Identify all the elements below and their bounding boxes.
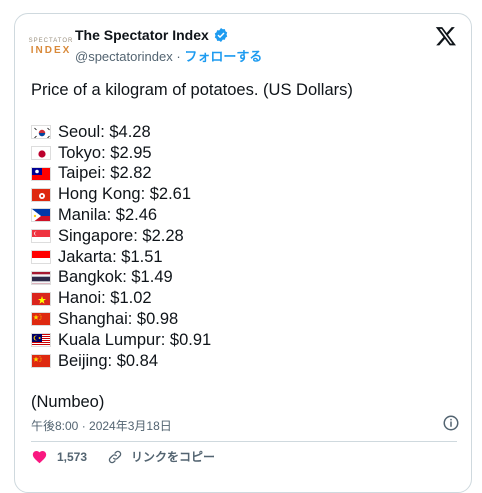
flag-kr-icon [31, 125, 51, 140]
list-item: Jakarta: $1.51 [31, 247, 353, 268]
list-item-text: Singapore: $2.28 [58, 226, 184, 245]
follow-button[interactable]: フォローする [184, 49, 262, 64]
list-item: Seoul: $4.28 [31, 122, 353, 143]
price-list: Seoul: $4.28 Tokyo: $2.95 Taipei: $2.82 Hon… [31, 122, 353, 372]
tweet-source: (Numbeo) [31, 393, 105, 412]
timestamp[interactable]: 午後8:00 · 2024年3月18日 [31, 417, 172, 434]
separator: · [176, 49, 181, 64]
list-item-text: Shanghai: $0.98 [58, 309, 179, 328]
list-item: Singapore: $2.28 [31, 226, 353, 247]
list-item-text: Taipei: $2.82 [58, 164, 152, 183]
list-item-text: Tokyo: $2.95 [58, 143, 152, 162]
list-item-text: Bangkok: $1.49 [58, 268, 173, 287]
display-name[interactable]: The Spectator Index [75, 27, 209, 43]
list-item: Hong Kong: $2.61 [31, 184, 353, 205]
like-count[interactable]: 1,573 [57, 450, 87, 464]
flag-jp-icon [31, 145, 51, 160]
info-icon[interactable] [442, 414, 460, 432]
list-item-text: Hanoi: $1.02 [58, 289, 152, 308]
flag-ph-icon [31, 208, 51, 223]
tweet-header: SPECTATOR INDEX The Spectator Index @spe… [15, 14, 471, 74]
copy-link-button[interactable]: リンクをコピー [131, 448, 215, 465]
handle-line: @spectatorindex · フォローする [75, 46, 262, 65]
list-item: Tokyo: $2.95 [31, 143, 353, 164]
link-icon[interactable] [107, 449, 123, 465]
account-name[interactable]: The Spectator Index [75, 27, 229, 43]
flag-tw-icon [31, 166, 51, 181]
list-item: Taipei: $2.82 [31, 163, 353, 184]
list-item-text: Seoul: $4.28 [58, 122, 151, 141]
tweet-card[interactable]: SPECTATOR INDEX The Spectator Index @spe… [14, 13, 472, 493]
tweet-text: Price of a kilogram of potatoes. (US Dol… [31, 80, 353, 413]
flag-cn-icon [31, 312, 51, 327]
list-item: Beijing: $0.84 [31, 351, 353, 372]
flag-vn-icon [31, 291, 51, 306]
logo-text-top: SPECTATOR [28, 37, 74, 44]
logo-text-bottom: INDEX [30, 44, 72, 56]
flag-id-icon [31, 249, 51, 264]
heart-icon[interactable] [31, 449, 48, 465]
flag-th-icon [31, 270, 51, 285]
list-item-text: Hong Kong: $2.61 [58, 185, 192, 204]
x-logo-icon[interactable] [435, 25, 457, 47]
list-item: Kuala Lumpur: $0.91 [31, 330, 353, 351]
flag-cn-icon [31, 353, 51, 368]
flag-sg-icon [31, 229, 51, 244]
handle[interactable]: @spectatorindex [75, 49, 173, 64]
flag-my-icon [31, 333, 51, 348]
divider [31, 441, 457, 442]
list-item: Bangkok: $1.49 [31, 267, 353, 288]
list-item: Manila: $2.46 [31, 205, 353, 226]
list-item-text: Manila: $2.46 [58, 205, 158, 224]
list-item-text: Beijing: $0.84 [58, 351, 158, 370]
list-item-text: Jakarta: $1.51 [58, 247, 163, 266]
flag-hk-icon [31, 187, 51, 202]
action-bar: 1,573 リンクをコピー [31, 448, 215, 465]
verified-badge-icon [214, 28, 228, 42]
avatar[interactable]: SPECTATOR INDEX [28, 34, 74, 60]
list-item: Hanoi: $1.02 [31, 288, 353, 309]
list-item-text: Kuala Lumpur: $0.91 [58, 330, 212, 349]
tweet-title: Price of a kilogram of potatoes. (US Dol… [31, 81, 353, 99]
list-item: Shanghai: $0.98 [31, 309, 353, 330]
